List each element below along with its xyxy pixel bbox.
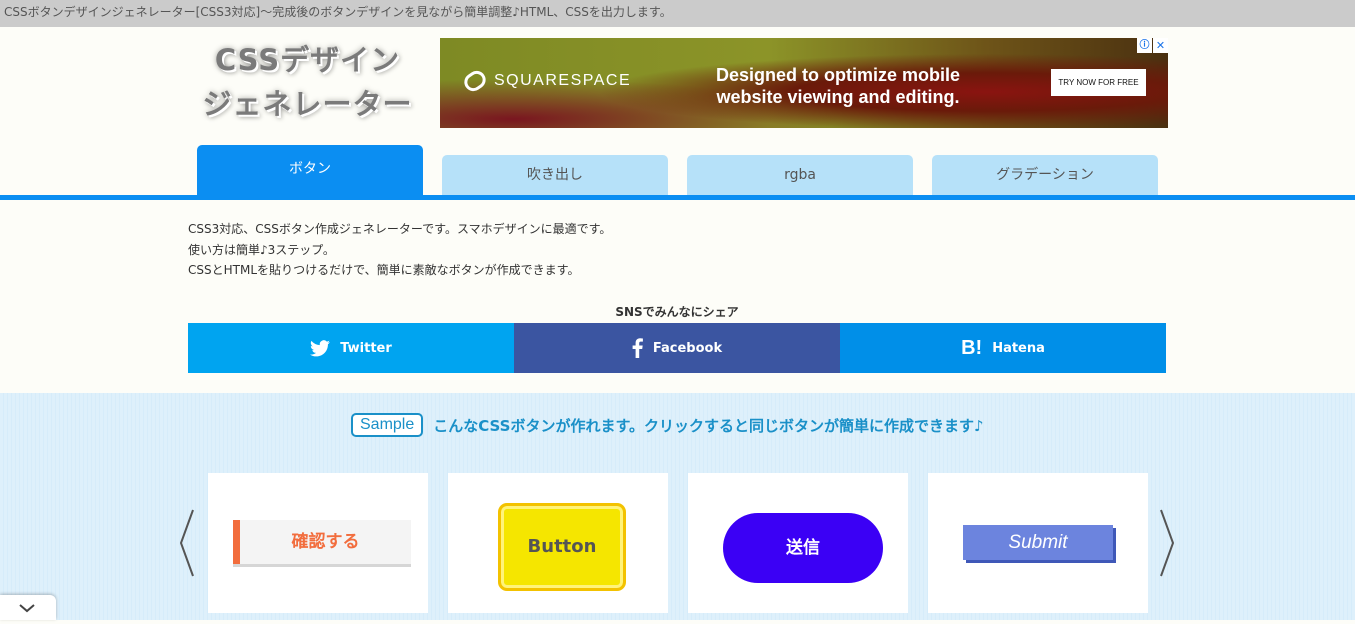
twitter-label: Twitter bbox=[340, 340, 392, 356]
twitter-icon bbox=[310, 339, 331, 357]
sample-card[interactable]: 送信 bbox=[688, 473, 908, 613]
ad-banner[interactable]: SQUARESPACE Designed to optimize mobile … bbox=[440, 38, 1168, 128]
intro-line-2: 使い方は簡単♪3ステップ。 bbox=[188, 242, 335, 257]
squarespace-logo-icon bbox=[460, 67, 490, 95]
ad-brand-label: SQUARESPACE bbox=[494, 72, 632, 89]
ad-close-icon[interactable]: ✕ bbox=[1153, 38, 1168, 53]
logo-line-1: CSSデザイン bbox=[214, 43, 401, 77]
ad-info-icon[interactable]: ⓘ bbox=[1137, 38, 1152, 53]
facebook-icon bbox=[632, 338, 643, 358]
tab-gradation[interactable]: グラデーション bbox=[932, 155, 1158, 195]
ad-cta-button[interactable]: TRY NOW FOR FREE bbox=[1051, 69, 1146, 96]
sample-button-button[interactable]: Button bbox=[498, 503, 626, 591]
ad-headline-line-2: website viewing and editing. bbox=[716, 87, 960, 107]
chevron-right-icon[interactable] bbox=[1158, 508, 1176, 578]
sample-heading-text: こんなCSSボタンが作れます。クリックすると同じボタンが簡単に作成できます♪ bbox=[433, 416, 984, 435]
intro-line-1: CSS3対応、CSSボタン作成ジェネレーターです。スマホデザインに最適です。 bbox=[188, 222, 612, 236]
site-logo[interactable]: CSSデザイン ジェネレーター bbox=[190, 38, 425, 126]
tab-button[interactable]: ボタン bbox=[197, 145, 423, 195]
sample-badge: Sample bbox=[351, 413, 424, 437]
sample-card[interactable]: Submit bbox=[928, 473, 1148, 613]
facebook-share-button[interactable]: Facebook bbox=[514, 323, 840, 373]
chevron-down-icon bbox=[19, 604, 35, 613]
twitter-share-button[interactable]: Twitter bbox=[188, 323, 514, 373]
sample-card[interactable]: 確認する bbox=[208, 473, 428, 613]
sample-heading: Sample こんなCSSボタンが作れます。クリックすると同じボタンが簡単に作成… bbox=[351, 413, 984, 437]
share-title: SNSでみんなにシェア bbox=[615, 305, 739, 319]
hatena-share-button[interactable]: B! Hatena bbox=[840, 323, 1166, 373]
ad-headline: Designed to optimize mobile website view… bbox=[708, 64, 968, 108]
sample-button-send[interactable]: 送信 bbox=[723, 513, 883, 583]
collapse-toggle[interactable] bbox=[0, 595, 56, 620]
tab-rgba[interactable]: rgba bbox=[687, 155, 913, 195]
facebook-label: Facebook bbox=[652, 340, 723, 356]
intro-text: CSS3対応、CSSボタン作成ジェネレーターです。スマホデザインに最適です。 使… bbox=[188, 219, 611, 281]
logo-line-2: ジェネレーター bbox=[202, 87, 413, 121]
chevron-left-icon[interactable] bbox=[178, 508, 196, 578]
hatena-icon: B! bbox=[961, 336, 983, 359]
hatena-label: Hatena bbox=[992, 340, 1045, 356]
ad-brand: SQUARESPACE bbox=[460, 67, 632, 95]
browser-title-bar: CSSボタンデザインジェネレーター[CSS3対応]〜完成後のボタンデザインを見な… bbox=[0, 0, 1355, 27]
sample-button-submit[interactable]: Submit bbox=[963, 525, 1113, 560]
sample-button-confirm[interactable]: 確認する bbox=[233, 520, 411, 564]
intro-line-3: CSSとHTMLを貼りつけるだけで、簡単に素敵なボタンが作成できます。 bbox=[188, 263, 580, 277]
tab-underline bbox=[0, 195, 1355, 200]
ad-headline-line-1: Designed to optimize mobile bbox=[715, 65, 961, 85]
tab-speech-bubble[interactable]: 吹き出し bbox=[442, 155, 668, 195]
sample-card[interactable]: Button bbox=[448, 473, 668, 613]
